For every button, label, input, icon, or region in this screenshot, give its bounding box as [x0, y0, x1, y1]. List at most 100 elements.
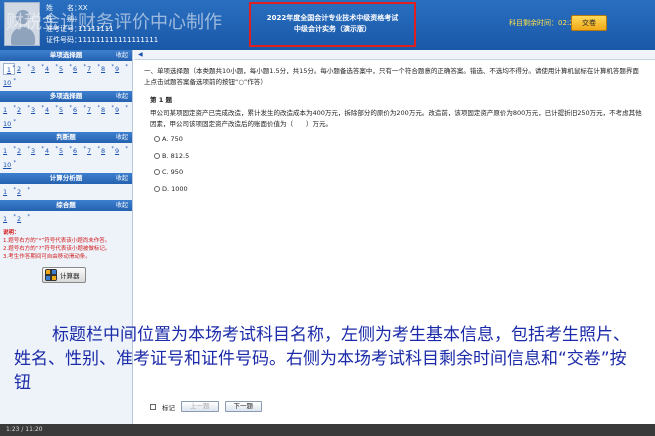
- question-number[interactable]: 10 *: [3, 159, 16, 171]
- radio-button[interactable]: [154, 152, 160, 159]
- radio-button[interactable]: [154, 169, 160, 176]
- question-number[interactable]: 10 *: [3, 77, 16, 89]
- section-comprehensive: 综合题 收起 1 * 2 *: [0, 200, 132, 227]
- exam-window: 姓 名：XX 性 别： 准考证号：11111111 证件号码：111111111…: [0, 0, 655, 436]
- section-title: 计算分析题: [49, 174, 83, 182]
- mark-checkbox[interactable]: [150, 403, 156, 410]
- question-number[interactable]: 2 *: [17, 186, 30, 198]
- note-line: 1.题号右方的“*”符号代表该小题尚未作答。: [3, 238, 111, 244]
- collapse-toggle[interactable]: 收起: [116, 50, 128, 61]
- question-number[interactable]: 6 *: [73, 104, 86, 116]
- question-number[interactable]: 4 *: [45, 63, 58, 75]
- section-title: 单项选择题: [49, 51, 83, 59]
- prev-button[interactable]: 上一题: [181, 401, 219, 412]
- question-list: 1 * 2 * 3 * 4 * 5 * 6 * 7 * 8 * 9 * 10 *: [0, 61, 132, 91]
- question-number[interactable]: 4 *: [45, 104, 58, 116]
- question-number[interactable]: 2 *: [17, 213, 30, 225]
- question-number[interactable]: 3 *: [31, 63, 44, 75]
- question-number[interactable]: 5 *: [59, 145, 72, 157]
- option-label: A. 750: [162, 135, 183, 143]
- question-stem: 甲公司某项固定资产已完成改造，累计发生的改造成本为400万元，拆除部分的原价为2…: [150, 109, 642, 128]
- section-header[interactable]: 多项选择题 收起: [0, 91, 132, 102]
- question-list: 1 * 2 * 3 * 4 * 5 * 6 * 7 * 8 * 9 * 10 *: [0, 102, 132, 132]
- option-b[interactable]: B. 812.5: [154, 148, 189, 165]
- next-button[interactable]: 下一题: [224, 401, 262, 412]
- section-title: 综合题: [56, 201, 76, 209]
- question-number[interactable]: 10 *: [3, 118, 16, 130]
- question-number[interactable]: 7 *: [87, 104, 100, 116]
- exam-title-line1: 2022年度全国会计专业技术中级资格考试: [266, 14, 399, 22]
- question-number[interactable]: 2 *: [17, 63, 30, 75]
- section-multi-choice: 多项选择题 收起 1 * 2 * 3 * 4 * 5 * 6 * 7 * 8 * 9 * 10 *: [0, 91, 132, 132]
- question-number[interactable]: 8 *: [101, 145, 114, 157]
- question-list: 1 * 2 *: [0, 184, 132, 200]
- question-number[interactable]: 6 *: [73, 63, 86, 75]
- section-header[interactable]: 计算分析题 收起: [0, 173, 132, 184]
- watermark-text: 财税金计财务评价中心制作: [6, 12, 222, 33]
- video-status-bar: 1:23 / 11:20: [0, 424, 655, 436]
- question-number[interactable]: 8 *: [101, 104, 114, 116]
- exam-title-line2: 中级会计实务（演示版）: [294, 25, 371, 33]
- id-row: 证件号码：111111111111111111: [46, 35, 158, 46]
- exam-title: 2022年度全国会计专业技术中级资格考试 中级会计实务（演示版）: [249, 2, 416, 47]
- section-title: 多项选择题: [49, 92, 83, 100]
- question-number[interactable]: 4 *: [45, 145, 58, 157]
- mark-label: 标记: [162, 403, 175, 412]
- section-header[interactable]: 判断题 收起: [0, 132, 132, 143]
- question-list: 1 * 2 * 3 * 4 * 5 * 6 * 7 * 8 * 9 * 10 *: [0, 143, 132, 173]
- note-title: 说明：: [3, 230, 20, 236]
- section-title: 判断题: [56, 133, 76, 141]
- question-number[interactable]: 1 *: [3, 63, 15, 75]
- option-label: D. 1000: [162, 184, 188, 193]
- option-c[interactable]: C. 950: [154, 164, 189, 181]
- collapse-toggle[interactable]: 收起: [116, 200, 128, 211]
- question-number[interactable]: 1 *: [3, 213, 16, 225]
- question-number[interactable]: 2 *: [17, 145, 30, 157]
- question-number[interactable]: 2 *: [17, 104, 30, 116]
- section-instruction: 一、单项选择题（本类题共10小题，每小题1.5分，共15分。每小题备选答案中，只…: [144, 67, 639, 86]
- bottom-toolbar: 标记 上一题 下一题: [150, 401, 262, 412]
- section-calculation: 计算分析题 收起 1 * 2 *: [0, 173, 132, 200]
- title-bar: 姓 名：XX 性 别： 准考证号：11111111 证件号码：111111111…: [0, 0, 655, 50]
- question-number[interactable]: 6 *: [73, 145, 86, 157]
- question-number[interactable]: 9 *: [115, 63, 128, 75]
- question-number[interactable]: 9 *: [115, 104, 128, 116]
- collapse-left-icon[interactable]: ◀: [138, 51, 143, 58]
- radio-button[interactable]: [154, 185, 160, 192]
- collapse-toggle[interactable]: 收起: [116, 132, 128, 143]
- subtitle-caption: 标题栏中间位置为本场考试科目名称，左侧为考生基本信息，包括考生照片、姓名、性别、…: [14, 325, 630, 393]
- submit-button[interactable]: 交卷: [571, 15, 607, 31]
- question-number-title: 第 1 题: [150, 96, 173, 104]
- question-number[interactable]: 1 *: [3, 145, 16, 157]
- section-header[interactable]: 单项选择题 收起: [0, 50, 132, 61]
- question-number[interactable]: 8 *: [101, 63, 114, 75]
- collapse-toggle[interactable]: 收起: [116, 173, 128, 184]
- question-number[interactable]: 3 *: [31, 104, 44, 116]
- calculator-label: 计算器: [60, 272, 80, 280]
- question-number[interactable]: 7 *: [87, 63, 100, 75]
- option-label: C. 950: [162, 168, 184, 176]
- option-d[interactable]: D. 1000: [154, 181, 189, 198]
- legend-notes: 说明： 1.题号右方的“*”符号代表该小题尚未作答。 2.题号右方的“?”符号代…: [0, 227, 132, 263]
- option-label: B. 812.5: [162, 151, 190, 160]
- question-number[interactable]: 7 *: [87, 145, 100, 157]
- note-line: 2.题号右方的“?”符号代表该小题被做标记。: [3, 246, 111, 252]
- section-judgement: 判断题 收起 1 * 2 * 3 * 4 * 5 * 6 * 7 * 8 * 9 * 10 *: [0, 132, 132, 173]
- answer-options: A. 750 B. 812.5 C. 950 D. 1000: [154, 131, 189, 197]
- question-number[interactable]: 3 *: [31, 145, 44, 157]
- option-a[interactable]: A. 750: [154, 131, 189, 148]
- question-number[interactable]: 9 *: [115, 145, 128, 157]
- calculator-icon: [45, 269, 57, 281]
- collapse-toggle[interactable]: 收起: [116, 91, 128, 102]
- id-value: 111111111111111111: [78, 35, 159, 44]
- timer-label: 科目剩余时间：: [509, 19, 558, 27]
- question-list: 1 * 2 *: [0, 211, 132, 227]
- radio-button[interactable]: [154, 136, 160, 143]
- calculator-button[interactable]: 计算器: [42, 267, 86, 283]
- question-number[interactable]: 5 *: [59, 63, 72, 75]
- section-header[interactable]: 综合题 收起: [0, 200, 132, 211]
- question-number[interactable]: 1 *: [3, 104, 16, 116]
- question-number[interactable]: 5 *: [59, 104, 72, 116]
- question-number[interactable]: 1 *: [3, 186, 16, 198]
- section-single-choice: 单项选择题 收起 1 * 2 * 3 * 4 * 5 * 6 * 7 * 8 * 9 * 10 *: [0, 50, 132, 91]
